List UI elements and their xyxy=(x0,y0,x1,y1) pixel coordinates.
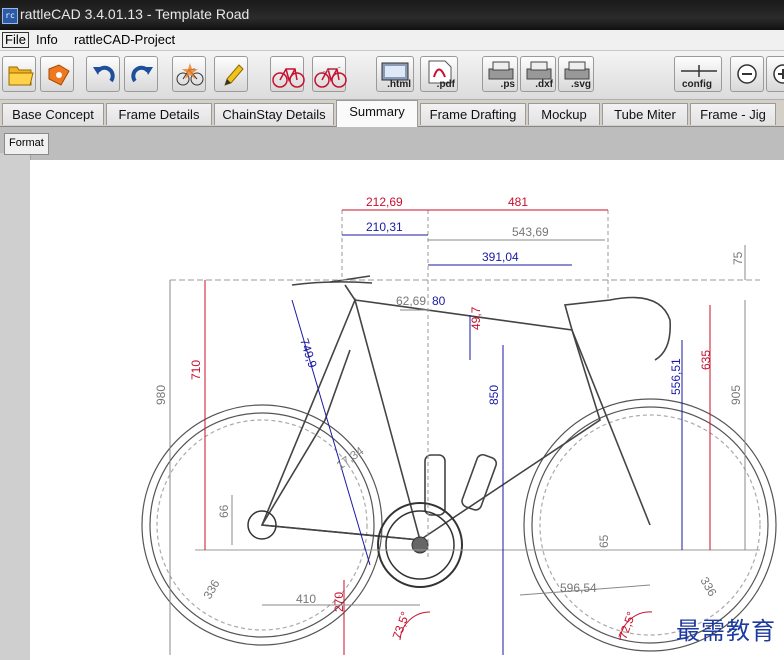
dim-749: 749,9 xyxy=(297,337,320,370)
dim-497: 49,7 xyxy=(469,306,483,330)
drawing-sheet[interactable]: 212,69 481 210,31 543,69 391,04 75 62,69… xyxy=(30,160,784,660)
edit-button[interactable] xyxy=(214,56,248,92)
save-icon xyxy=(48,64,70,86)
menu-info[interactable]: Info xyxy=(36,32,58,47)
export-dxf-button[interactable]: .dxf xyxy=(520,56,556,92)
window-title: rattleCAD 3.4.01.13 - Template Road xyxy=(20,6,250,22)
dim-905: 905 xyxy=(729,385,743,405)
dim-210: 210,31 xyxy=(366,220,403,234)
sheet-edge xyxy=(0,153,31,660)
zoom-out-button[interactable] xyxy=(730,56,764,92)
dim-596: 596,54 xyxy=(560,581,597,595)
app-icon: rc xyxy=(2,8,18,24)
bike-frame xyxy=(260,275,672,541)
open-folder-icon xyxy=(8,66,34,86)
export-svg-label: .svg xyxy=(570,79,591,90)
dim-75: 75 xyxy=(731,251,745,265)
tab-base-concept[interactable]: Base Concept xyxy=(2,103,104,125)
toolbar: .html .pdf .ps .dxf .svg config xyxy=(0,51,784,100)
open-button[interactable] xyxy=(2,56,36,92)
export-ps-button[interactable]: .ps xyxy=(482,56,518,92)
pencil-icon xyxy=(224,64,244,86)
tab-bar: Base Concept Frame Details ChainStay Det… xyxy=(0,100,784,127)
export-pdf-button[interactable]: .pdf xyxy=(420,56,458,92)
dim-710: 710 xyxy=(189,360,203,380)
dim-556: 556,51 xyxy=(669,358,683,395)
dim-336-rear: 336 xyxy=(200,577,222,602)
zoom-in-button[interactable] xyxy=(766,56,784,92)
dim-65: 65 xyxy=(597,534,611,548)
export-ps-label: .ps xyxy=(500,79,515,90)
tab-tube-miter[interactable]: Tube Miter xyxy=(602,103,688,125)
zoom-in-icon xyxy=(773,64,784,84)
tab-frame-details[interactable]: Frame Details xyxy=(106,103,212,125)
dim-270: 270 xyxy=(332,592,346,612)
dim-850: 850 xyxy=(487,385,501,405)
config-label: config xyxy=(682,79,712,90)
work-area: Format 212,69 481 210,31 543,69 391,04 7… xyxy=(0,127,784,660)
dim-66: 66 xyxy=(217,504,231,518)
tab-chainstay-details[interactable]: ChainStay Details xyxy=(214,103,334,125)
export-html-label: .html xyxy=(387,79,411,90)
dim-62: 62,69 xyxy=(396,294,426,308)
format-button[interactable]: Format xyxy=(4,133,49,155)
bike-view-button[interactable] xyxy=(270,56,305,92)
tab-mockup[interactable]: Mockup xyxy=(528,103,600,125)
dim-543: 543,69 xyxy=(512,225,549,239)
bike-drawing: 212,69 481 210,31 543,69 391,04 75 62,69… xyxy=(141,195,777,655)
bike-overlay-button[interactable] xyxy=(312,56,347,92)
undo-button[interactable] xyxy=(86,56,120,92)
export-pdf-label: .pdf xyxy=(436,79,455,90)
undo-icon xyxy=(93,65,115,83)
update-bike-button[interactable] xyxy=(172,56,206,92)
save-button[interactable] xyxy=(40,56,74,92)
export-html-button[interactable]: .html xyxy=(376,56,414,92)
export-svg-button[interactable]: .svg xyxy=(558,56,594,92)
menu-bar: File Info rattleCAD-Project xyxy=(0,30,784,51)
redo-icon xyxy=(131,65,153,83)
redo-button[interactable] xyxy=(124,56,158,92)
dim-80: 80 xyxy=(432,294,446,308)
menu-file[interactable]: File xyxy=(2,32,29,48)
angle-72-5: 72,5° xyxy=(616,610,639,641)
zoom-out-icon xyxy=(737,64,757,84)
bike-red-icon xyxy=(272,68,305,88)
watermark-text: 最需教育 xyxy=(676,617,776,645)
angle-73-5: 73,5° xyxy=(390,610,413,641)
bike-update-icon xyxy=(176,63,204,86)
tab-frame-jig[interactable]: Frame - Jig xyxy=(690,103,776,125)
grey-dimensions xyxy=(169,239,746,655)
title-bar: rc rattleCAD 3.4.01.13 - Template Road xyxy=(0,0,784,30)
dim-410: 410 xyxy=(296,592,316,606)
red-dimensions xyxy=(204,209,711,655)
dim-980: 980 xyxy=(154,385,168,405)
bike-red-ghost-icon xyxy=(314,66,347,88)
tab-summary[interactable]: Summary xyxy=(336,100,418,127)
menu-rattlecad-project[interactable]: rattleCAD-Project xyxy=(74,32,175,47)
config-button[interactable]: config xyxy=(674,56,722,92)
tab-frame-drafting[interactable]: Frame Drafting xyxy=(420,103,526,125)
dim-481: 481 xyxy=(508,195,528,209)
dim-391: 391,04 xyxy=(482,250,519,264)
dim-635: 635 xyxy=(699,350,713,370)
export-dxf-label: .dxf xyxy=(535,79,553,90)
dim-336-front: 336 xyxy=(697,575,719,600)
dim-212: 212,69 xyxy=(366,195,403,209)
